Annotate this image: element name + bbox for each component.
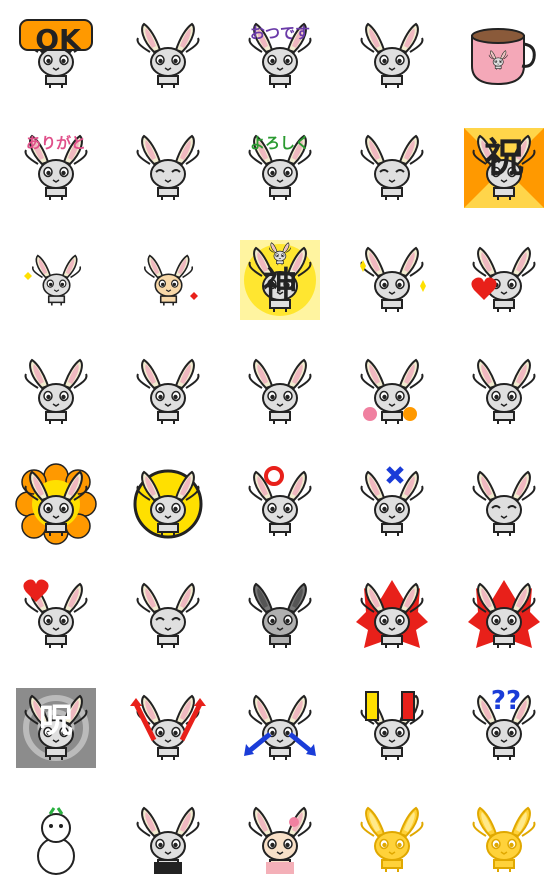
sticker-flower-bg[interactable] bbox=[0, 448, 112, 560]
sticker-otsukare[interactable]: おつです bbox=[224, 0, 336, 112]
sticker-plain[interactable] bbox=[0, 336, 112, 448]
rabbit-figure bbox=[248, 22, 312, 88]
sticker-noroi[interactable]: 呪 bbox=[0, 672, 112, 784]
rabbit-figure bbox=[360, 246, 426, 312]
rabbit-figure bbox=[244, 694, 316, 760]
sticker-broken-heart[interactable] bbox=[0, 560, 112, 672]
sticker-arrows-down[interactable] bbox=[224, 672, 336, 784]
sticker-yoroshiku[interactable]: よろしく bbox=[224, 112, 336, 224]
rabbit-figure bbox=[360, 806, 424, 872]
sticker-arigato[interactable]: ありがと bbox=[0, 112, 112, 224]
sticker-sun-circle[interactable] bbox=[112, 448, 224, 560]
rabbit-figure bbox=[16, 688, 96, 768]
rabbit-figure bbox=[248, 466, 312, 536]
rabbit-figure bbox=[248, 358, 312, 424]
rabbit-figure bbox=[248, 134, 312, 200]
rabbit-figure bbox=[136, 358, 200, 424]
sticker-exclaim[interactable] bbox=[336, 672, 448, 784]
sticker-wave[interactable] bbox=[112, 0, 224, 112]
sticker-star[interactable] bbox=[448, 336, 560, 448]
sticker-gold-2[interactable] bbox=[448, 784, 560, 896]
rabbit-figure bbox=[468, 580, 540, 648]
rabbit-figure bbox=[472, 470, 536, 536]
rabbit-figure bbox=[472, 694, 536, 760]
rabbit-figure bbox=[24, 254, 82, 306]
rabbit-figure bbox=[130, 694, 206, 760]
rabbit-figure bbox=[23, 579, 88, 648]
rabbit-figure bbox=[240, 240, 320, 320]
sticker-point[interactable] bbox=[224, 336, 336, 448]
sticker-gray[interactable] bbox=[224, 560, 336, 672]
sticker-smile[interactable] bbox=[336, 112, 448, 224]
sticker-sparkle[interactable] bbox=[336, 224, 448, 336]
sticker-open-arms[interactable] bbox=[112, 336, 224, 448]
rabbit-figure bbox=[248, 582, 312, 648]
rabbit-figure bbox=[248, 806, 312, 874]
rabbit-figure bbox=[19, 19, 93, 88]
sticker-pray[interactable] bbox=[112, 112, 224, 224]
sticker-sulk[interactable] bbox=[448, 448, 560, 560]
rabbit-figure bbox=[136, 22, 200, 88]
sticker-small-yellow[interactable] bbox=[0, 224, 112, 336]
sticker-hold[interactable] bbox=[336, 0, 448, 112]
sticker-snowman[interactable] bbox=[0, 784, 112, 896]
sticker-heart[interactable] bbox=[448, 224, 560, 336]
rabbit-figure bbox=[24, 358, 88, 424]
sticker-maru[interactable] bbox=[224, 448, 336, 560]
rabbit-figure bbox=[360, 22, 424, 88]
rabbit-figure bbox=[360, 134, 424, 200]
sticker-flowers[interactable] bbox=[336, 336, 448, 448]
sticker-fire[interactable] bbox=[336, 560, 448, 672]
sticker-cup[interactable] bbox=[448, 0, 560, 112]
sticker-kami[interactable]: 神 bbox=[224, 224, 336, 336]
rabbit-figure bbox=[360, 466, 424, 536]
rabbit-figure bbox=[472, 358, 536, 424]
sticker-batsu[interactable] bbox=[336, 448, 448, 560]
sticker-sad[interactable] bbox=[112, 560, 224, 672]
rabbit-figure bbox=[464, 128, 544, 208]
sticker-iwai[interactable]: 祝 bbox=[448, 112, 560, 224]
rabbit-figure bbox=[136, 806, 200, 874]
rabbit-figure bbox=[136, 582, 200, 648]
emoji-sticker-sheet: OK おつです ありがと よろしく 祝 神 呪 ?? bbox=[0, 0, 560, 896]
rabbit-figure bbox=[133, 469, 203, 539]
rabbit-figure bbox=[24, 134, 88, 200]
rabbit-figure bbox=[471, 246, 536, 312]
rabbit-figure bbox=[360, 358, 424, 424]
sticker-gold-1[interactable] bbox=[336, 784, 448, 896]
rabbit-figure bbox=[37, 807, 75, 875]
rabbit-figure bbox=[143, 254, 198, 306]
sticker-small-orange[interactable] bbox=[112, 224, 224, 336]
sticker-graduation[interactable] bbox=[112, 784, 224, 896]
sticker-angry-fire[interactable] bbox=[448, 560, 560, 672]
rabbit-figure bbox=[472, 806, 536, 872]
rabbit-figure bbox=[471, 28, 536, 86]
rabbit-figure bbox=[15, 463, 97, 545]
sticker-ok[interactable]: OK bbox=[0, 0, 112, 112]
sticker-question[interactable]: ?? bbox=[448, 672, 560, 784]
rabbit-figure bbox=[356, 580, 428, 648]
rabbit-figure bbox=[360, 691, 424, 760]
sticker-arrows-up[interactable] bbox=[112, 672, 224, 784]
rabbit-figure bbox=[136, 134, 200, 200]
sticker-kimono[interactable] bbox=[224, 784, 336, 896]
